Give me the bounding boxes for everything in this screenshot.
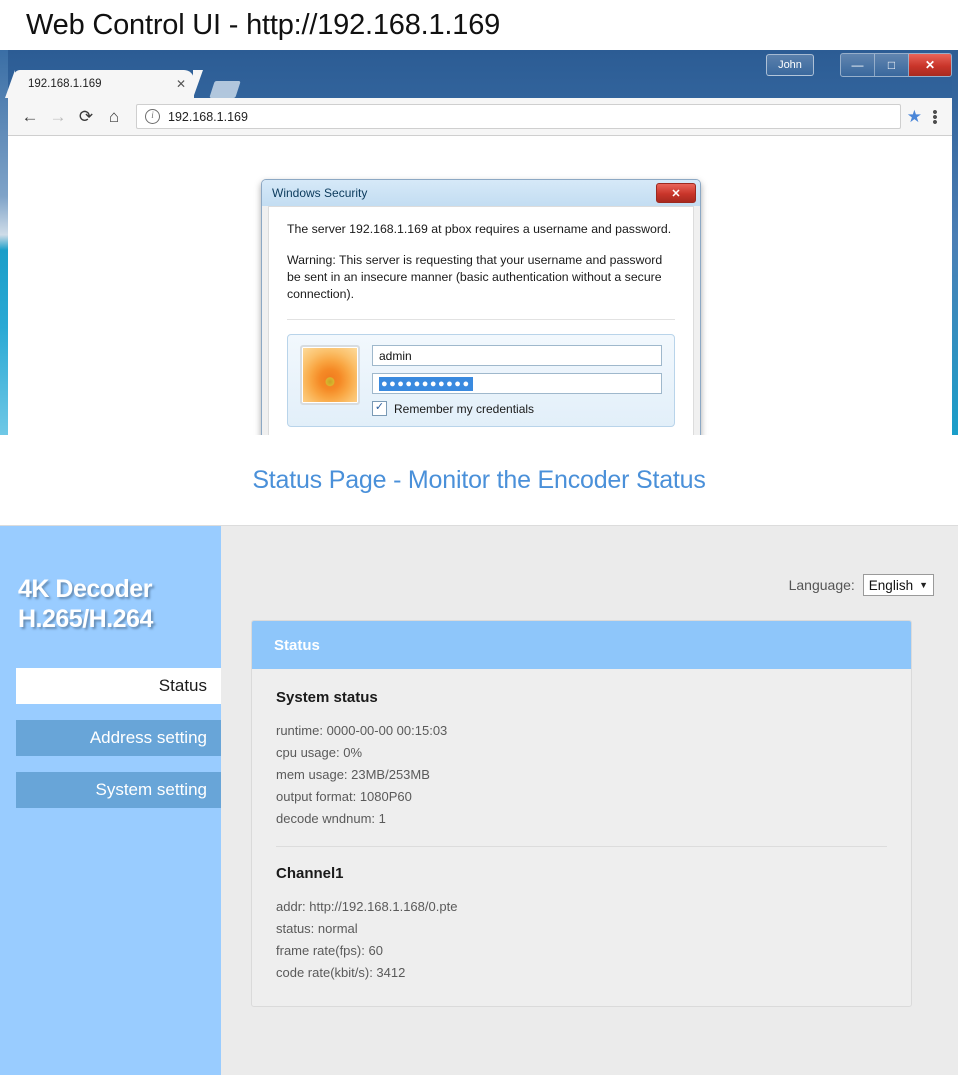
- tab-title: 192.168.1.169: [28, 78, 102, 90]
- window-left-edge: [0, 50, 8, 435]
- credentials-box: admin ●●●●●●●●●●● ✓ Remember my credenti…: [287, 334, 675, 427]
- dialog-separator: [287, 319, 675, 320]
- section-title-container: Status Page - Monitor the Encoder Status: [0, 435, 958, 525]
- windows-security-dialog: Windows Security ✕ The server 192.168.1.…: [261, 179, 701, 435]
- system-status-title: System status: [276, 689, 378, 706]
- brand-line-2: H.265/H.264: [18, 605, 153, 633]
- new-tab-button[interactable]: [209, 81, 241, 98]
- sidebar-item-address-setting[interactable]: Address setting: [16, 720, 221, 756]
- system-status-mem-usage: mem usage: 23MB/253MB: [276, 767, 430, 782]
- brand-logo: 4K Decoder H.265/H.264: [0, 574, 221, 634]
- reload-icon[interactable]: ⟳: [72, 103, 100, 131]
- close-icon[interactable]: ✕: [909, 54, 951, 76]
- maximize-icon[interactable]: □: [875, 54, 909, 76]
- remember-checkbox[interactable]: ✓: [372, 401, 387, 416]
- credential-fields: admin ●●●●●●●●●●● ✓ Remember my credenti…: [372, 345, 662, 416]
- channel-code-rate: code rate(kbit/s): 3412: [276, 965, 406, 980]
- language-row: Language: English ▼: [251, 526, 934, 596]
- sidebar-item-system-setting[interactable]: System setting: [16, 772, 221, 808]
- status-card-body: System status runtime: 0000-00-00 00:15:…: [252, 669, 911, 1006]
- site-info-icon[interactable]: i: [145, 109, 160, 124]
- browser-window-screenshot: John — □ ✕ 192.168.1.169 ✕ ← → ⟳ ⌂ i 192…: [0, 50, 958, 435]
- sidebar: 4K Decoder H.265/H.264 Status Address se…: [0, 526, 221, 1075]
- dialog-title: Windows Security: [272, 186, 368, 200]
- dialog-message: The server 192.168.1.169 at pbox require…: [287, 222, 672, 236]
- channel-frame-rate: frame rate(fps): 60: [276, 943, 383, 958]
- channel-addr: addr: http://192.168.1.168/0.pte: [276, 899, 458, 914]
- channel-title: Channel1: [276, 865, 344, 882]
- page-caption: Web Control UI - http://192.168.1.169: [0, 0, 958, 50]
- address-bar[interactable]: i 192.168.1.169: [136, 104, 901, 129]
- home-icon[interactable]: ⌂: [100, 103, 128, 131]
- page-caption-text: Web Control UI - http://192.168.1.169: [26, 8, 501, 41]
- tab-close-icon[interactable]: ✕: [176, 77, 186, 91]
- dialog-warning: Warning: This server is requesting that …: [287, 253, 663, 301]
- bookmark-star-icon[interactable]: ★: [907, 107, 922, 127]
- tab-strip: 192.168.1.169 ✕: [5, 70, 241, 98]
- system-status-output-format: output format: 1080P60: [276, 789, 412, 804]
- username-field[interactable]: admin: [372, 345, 662, 366]
- dialog-title-bar: Windows Security ✕: [262, 180, 700, 206]
- dialog-close-icon[interactable]: ✕: [656, 183, 696, 203]
- profile-button[interactable]: John: [766, 54, 814, 76]
- browser-menu-icon[interactable]: • • •: [926, 105, 944, 130]
- brand-line-1: 4K Decoder: [18, 575, 152, 603]
- chevron-down-icon: ▼: [919, 580, 928, 590]
- password-field[interactable]: ●●●●●●●●●●●: [372, 373, 662, 394]
- window-right-edge: [952, 50, 958, 435]
- address-bar-url: 192.168.1.169: [168, 109, 248, 124]
- channel-status: status: normal: [276, 921, 358, 936]
- status-card: Status System status runtime: 0000-00-00…: [251, 620, 912, 1007]
- device-web-ui: 4K Decoder H.265/H.264 Status Address se…: [0, 525, 958, 1075]
- system-status-cpu-usage: cpu usage: 0%: [276, 745, 363, 760]
- status-card-header: Status: [252, 621, 911, 669]
- section-title: Status Page - Monitor the Encoder Status: [252, 465, 706, 494]
- sidebar-nav: Status Address setting System setting: [0, 668, 221, 808]
- language-select[interactable]: English ▼: [862, 574, 934, 596]
- minimize-icon[interactable]: —: [841, 54, 875, 76]
- remember-label: Remember my credentials: [394, 401, 535, 416]
- card-divider: [276, 846, 887, 847]
- remember-credentials-row[interactable]: ✓ Remember my credentials: [372, 401, 662, 416]
- system-status-runtime: runtime: 0000-00-00 00:15:03: [276, 723, 448, 738]
- window-controls: — □ ✕: [840, 53, 952, 77]
- main-content: Language: English ▼ Status System status…: [221, 526, 958, 1075]
- forward-icon: →: [49, 106, 67, 126]
- password-value: ●●●●●●●●●●●: [379, 376, 473, 391]
- browser-tab[interactable]: 192.168.1.169 ✕: [5, 70, 203, 98]
- username-value: admin: [379, 348, 412, 363]
- user-avatar-icon: [300, 345, 360, 405]
- system-status-decode-wndnum: decode wndnum: 1: [276, 811, 386, 826]
- browser-toolbar: ← → ⟳ ⌂ i 192.168.1.169 ★ • • •: [8, 98, 952, 136]
- sidebar-item-status[interactable]: Status: [16, 668, 221, 704]
- dialog-body: The server 192.168.1.169 at pbox require…: [268, 206, 694, 435]
- language-value: English: [868, 577, 914, 593]
- language-label: Language:: [788, 577, 855, 593]
- back-icon[interactable]: ←: [16, 103, 44, 131]
